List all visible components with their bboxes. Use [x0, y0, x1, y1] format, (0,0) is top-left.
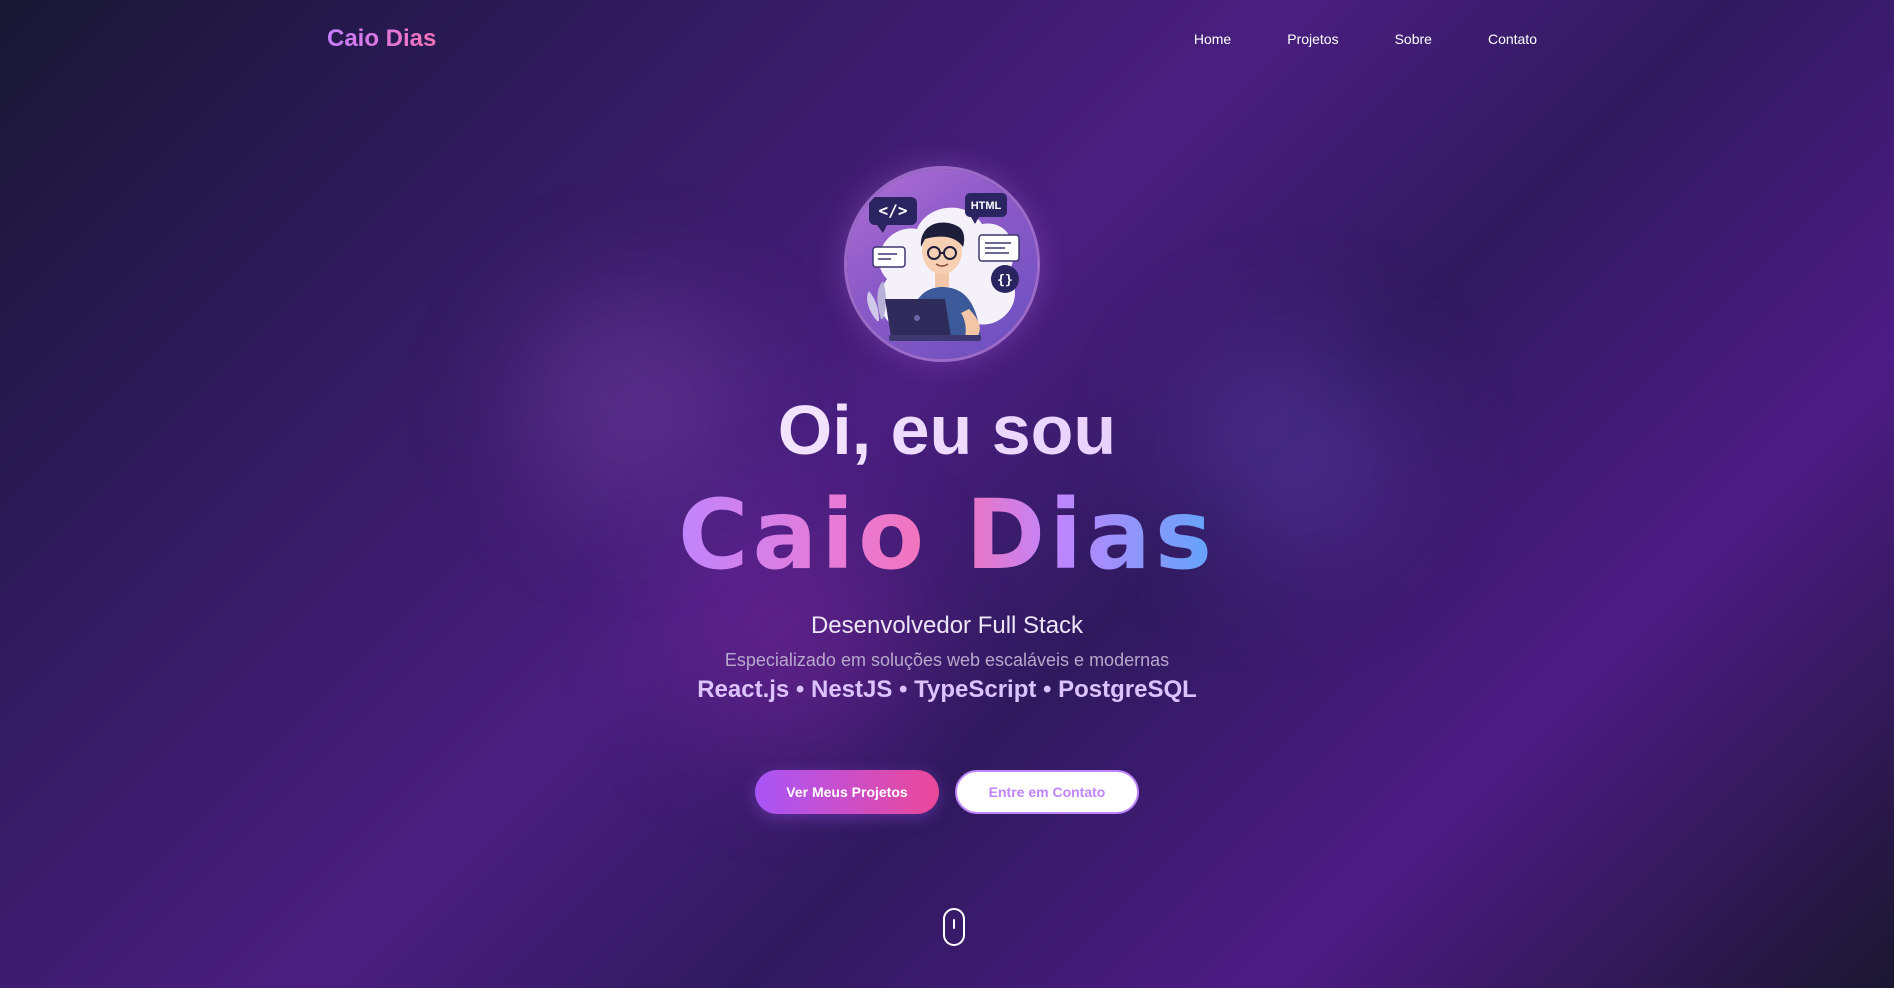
hero-tagline: Especializado em soluções web escaláveis… — [724, 650, 1170, 670]
code-tag-label: </> — [879, 201, 908, 220]
developer-avatar-icon: </> HTML {} — [847, 169, 1037, 359]
html-tag-label: HTML — [971, 200, 1002, 212]
hero-section: </> HTML {} Oi, eu sou Caio Dias Desenvo… — [0, 0, 1894, 988]
hero-name-text: Caio Dias — [677, 479, 1217, 591]
view-projects-button[interactable]: Ver Meus Projetos — [755, 770, 939, 814]
hero-actions: Ver Meus Projetos Entre em Contato — [0, 770, 1894, 814]
mouse-scroll-icon[interactable] — [943, 908, 965, 946]
hero-tech-stack: React.js • NestJS • TypeScript • Postgre… — [697, 676, 1197, 703]
braces-tag-label: {} — [997, 273, 1013, 288]
hero-greeting: Oi, eu sou — [0, 390, 1894, 470]
contact-button[interactable]: Entre em Contato — [955, 770, 1139, 814]
hero-role: Desenvolvedor Full Stack — [810, 612, 1084, 639]
hero-name: Caio Dias — [0, 480, 1894, 591]
scroll-wheel-dot — [953, 919, 955, 929]
